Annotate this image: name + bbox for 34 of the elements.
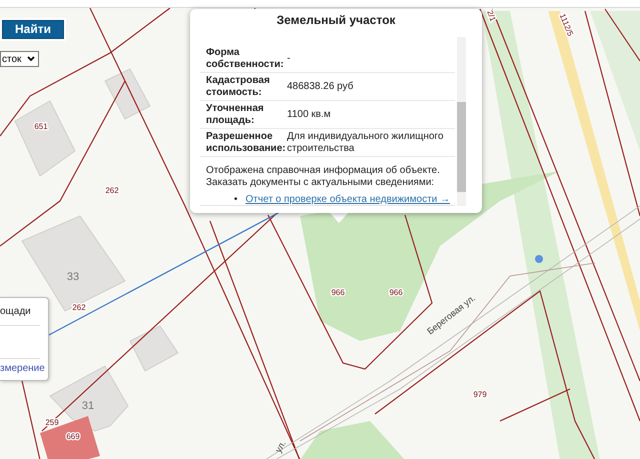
field-label: Уточненная площадь: xyxy=(206,103,265,126)
report-link[interactable]: Отчет о проверке объекта недвижимости → xyxy=(246,194,450,205)
measure-link[interactable]: змерение xyxy=(0,359,48,380)
field-label: Кадастровая стоимость: xyxy=(206,75,271,98)
parcel-number: 966 xyxy=(389,288,403,298)
parcel-number: 1112/5 xyxy=(558,12,575,38)
parcel-number: 979 xyxy=(473,390,487,400)
info-note: Отображена справочная информация об объекте. xyxy=(205,165,441,177)
street-name: ул. xyxy=(273,438,288,454)
field-label: Форма собственности: xyxy=(206,47,285,70)
find-button[interactable]: Найти xyxy=(2,20,64,39)
parcel-number: 262 xyxy=(105,186,119,196)
panel-item: ощади xyxy=(0,298,40,326)
house-number: 31 xyxy=(82,400,94,412)
type-select[interactable]: сток xyxy=(0,51,40,67)
field-value: Для индивидуального жилищного строительства xyxy=(287,131,444,154)
parcel-number: 966 xyxy=(331,288,345,298)
bullet: • xyxy=(234,194,238,205)
location-dot xyxy=(535,255,543,263)
parcel-number: 669 xyxy=(66,432,80,442)
parcel-number: 651 xyxy=(34,122,48,132)
scrollbar[interactable] xyxy=(457,37,466,206)
chevron-down-icon xyxy=(27,56,36,62)
field-value: - xyxy=(287,52,292,64)
field-value: 486838.26 руб xyxy=(287,80,354,92)
house-number: 33 xyxy=(66,270,80,283)
info-note: Заказать документы с актуальными сведениями: xyxy=(205,177,436,189)
field-value: 1100 кв.м xyxy=(287,108,332,120)
parcel-number: 262 xyxy=(72,303,86,312)
building xyxy=(104,68,151,120)
parcel-number: 2/1 xyxy=(485,9,498,23)
highlighted-parcel xyxy=(40,416,100,459)
popup-title: Земельный участок xyxy=(276,12,396,29)
field-label: Разрешенное использование: xyxy=(206,131,286,154)
